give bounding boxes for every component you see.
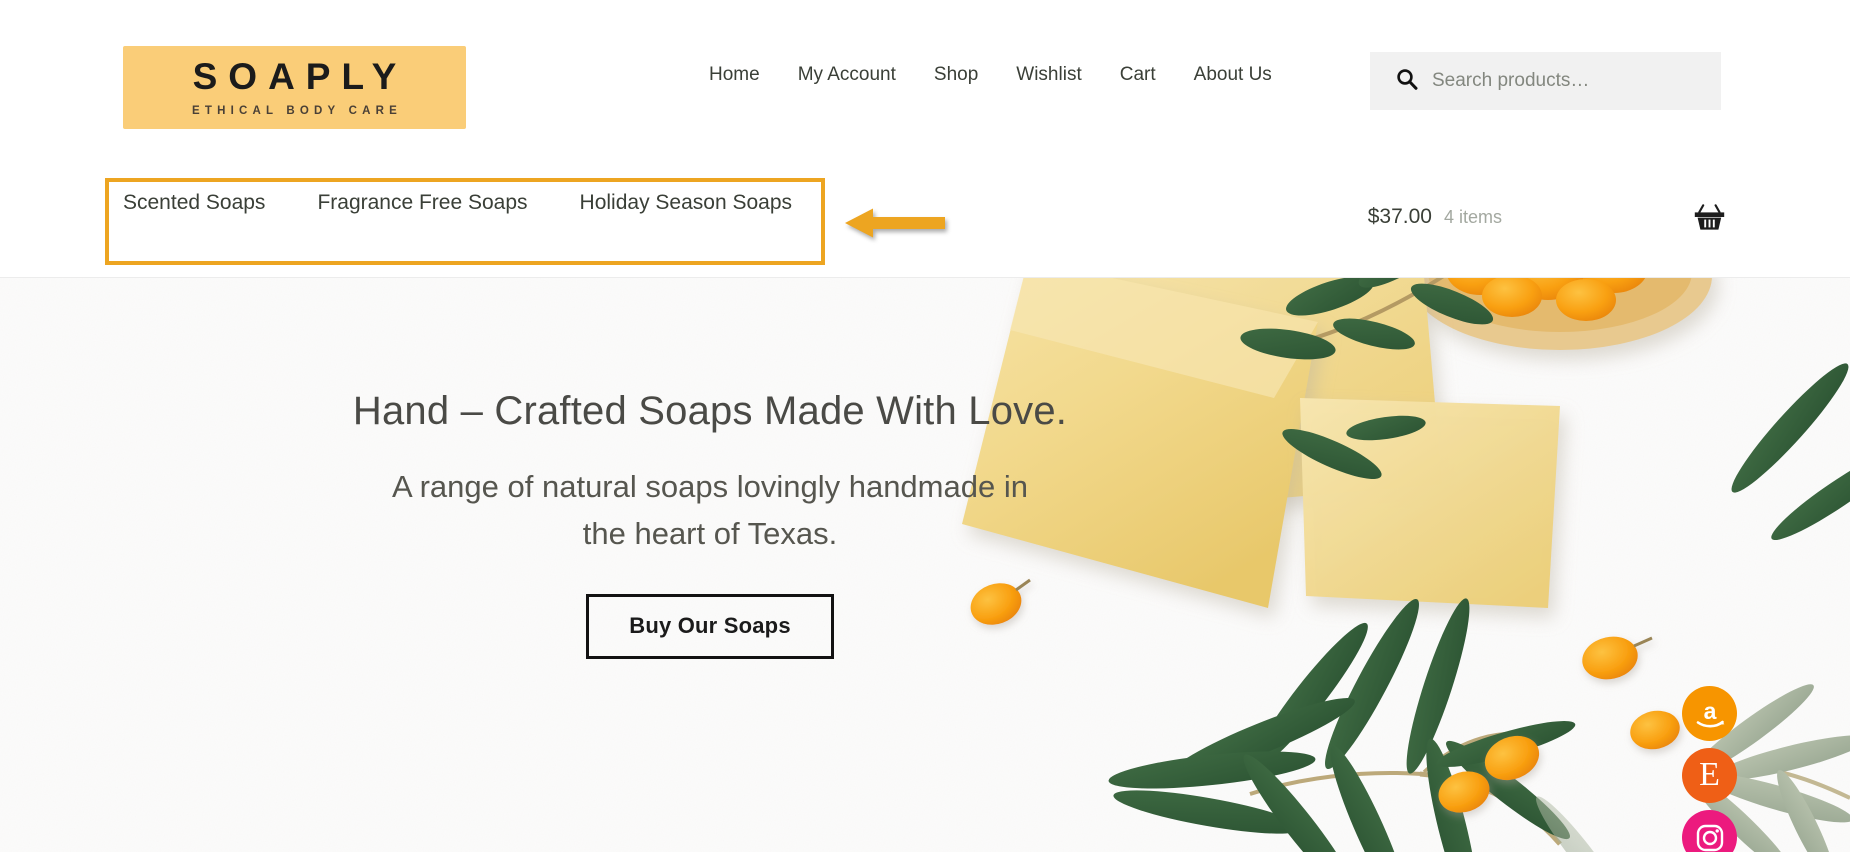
hero-title: Hand – Crafted Soaps Made With Love.: [352, 389, 1068, 433]
buy-our-soaps-button[interactable]: Buy Our Soaps: [586, 594, 834, 659]
hero-subtitle: A range of natural soaps lovingly handma…: [392, 469, 1028, 551]
logo-tagline: ETHICAL BODY CARE: [191, 105, 402, 117]
category-navigation: Scented Soaps Fragrance Free Soaps Holid…: [123, 188, 844, 218]
annotation-arrow-icon: [845, 206, 945, 240]
logo-wordmark: SOAPLY: [192, 56, 408, 97]
amazon-icon[interactable]: a: [1682, 686, 1737, 741]
search-icon: [1396, 68, 1418, 95]
hero-content: Hand – Crafted Soaps Made With Love. A r…: [0, 278, 1420, 852]
nav-item-wishlist[interactable]: Wishlist: [997, 62, 1100, 88]
subnav-item-holiday-season-soaps[interactable]: Holiday Season Soaps: [580, 188, 844, 218]
cart-summary[interactable]: $37.00 4 items: [1368, 203, 1725, 231]
nav-item-cart[interactable]: Cart: [1101, 62, 1175, 88]
nav-item-home[interactable]: Home: [690, 62, 779, 88]
social-share-rail: a E: [1682, 686, 1737, 852]
nav-item-about-us[interactable]: About Us: [1175, 62, 1291, 88]
subnav-item-scented-soaps[interactable]: Scented Soaps: [123, 188, 317, 218]
search-box[interactable]: [1370, 52, 1721, 110]
etsy-icon[interactable]: E: [1682, 748, 1737, 803]
hero-section: Hand – Crafted Soaps Made With Love. A r…: [0, 278, 1850, 852]
nav-item-my-account[interactable]: My Account: [779, 62, 915, 88]
etsy-letter: E: [1699, 755, 1720, 793]
search-input[interactable]: [1432, 70, 1712, 92]
nav-item-shop[interactable]: Shop: [915, 62, 997, 88]
page-root: SOAPLY ETHICAL BODY CARE Home My Account…: [0, 0, 1850, 852]
instagram-icon[interactable]: [1682, 810, 1737, 852]
shopping-basket-icon[interactable]: [1694, 203, 1725, 231]
cart-total-amount: $37.00: [1367, 205, 1432, 228]
cart-item-count: 4 items: [1443, 207, 1502, 227]
svg-text:a: a: [1703, 699, 1716, 724]
subnav-item-fragrance-free-soaps[interactable]: Fragrance Free Soaps: [317, 188, 579, 218]
primary-navigation: Home My Account Shop Wishlist Cart About…: [690, 62, 1291, 88]
site-header: SOAPLY ETHICAL BODY CARE Home My Account…: [0, 0, 1850, 160]
site-logo[interactable]: SOAPLY ETHICAL BODY CARE: [123, 46, 466, 129]
